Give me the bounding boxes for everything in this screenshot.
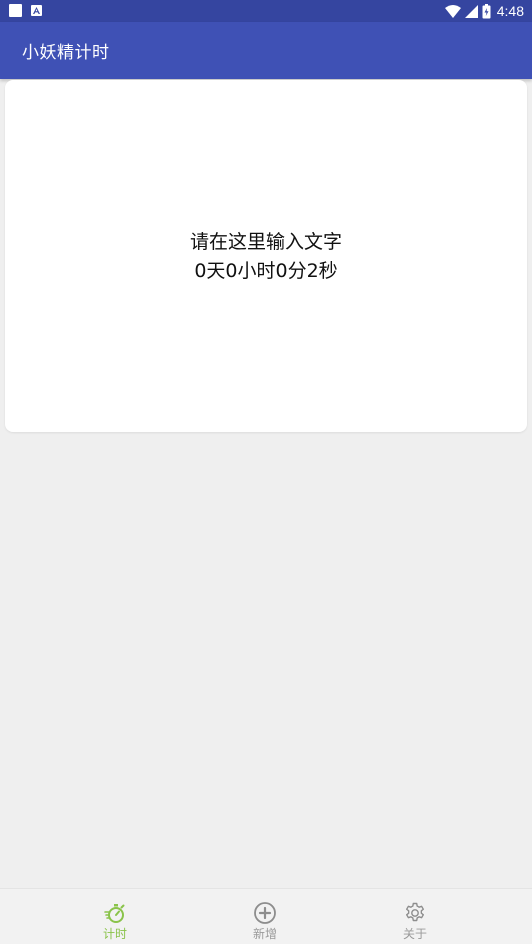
add-circle-icon (254, 902, 276, 924)
bottom-nav: 计时 新增 关于 (0, 888, 532, 944)
screen: 4:48 小妖精计时 请在这里输入文字 0天0小时0分2秒 计时 新增 关于 (0, 0, 532, 944)
nav-item-timer[interactable]: 计时 (60, 889, 170, 944)
timer-elapsed: 0天0小时0分2秒 (194, 260, 338, 282)
timer-card[interactable]: 请在这里输入文字 0天0小时0分2秒 (5, 80, 527, 432)
timer-card-content: 请在这里输入文字 0天0小时0分2秒 (5, 228, 527, 286)
battery-icon (482, 3, 491, 18)
signal-icon (464, 4, 478, 18)
wifi-icon (444, 4, 461, 18)
stopwatch-icon (104, 904, 125, 923)
nav-label-timer: 计时 (102, 927, 127, 941)
gear-icon (406, 902, 424, 922)
status-bar-left (9, 4, 42, 17)
nav-label-add: 新增 (252, 927, 277, 941)
status-bar: 4:48 (0, 0, 532, 22)
status-bar-right: 4:48 (444, 3, 524, 19)
nav-label-about: 关于 (402, 927, 427, 941)
nav-item-add[interactable]: 新增 (210, 889, 320, 944)
notification-square-icon (9, 4, 22, 17)
timer-label: 请在这里输入文字 (189, 231, 342, 253)
nav-item-about[interactable]: 关于 (360, 889, 470, 944)
app-title: 小妖精计时 (22, 43, 110, 63)
a-badge-icon (31, 5, 42, 16)
status-time: 4:48 (496, 3, 524, 19)
app-bar: 小妖精计时 (0, 22, 532, 79)
